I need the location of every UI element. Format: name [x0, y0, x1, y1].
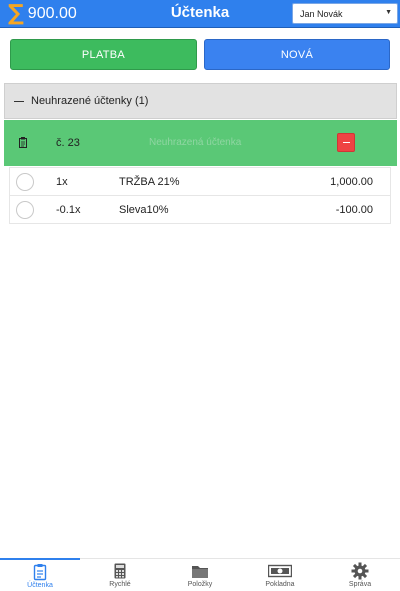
minus-icon [342, 141, 350, 144]
sigma-icon: ∑ [8, 1, 24, 26]
nav-item-quick[interactable]: Rychlé [80, 559, 160, 591]
nav-item-receipt[interactable]: Účtenka [0, 558, 80, 591]
item-qty: -0.1x [56, 204, 81, 216]
user-select-value: Jan Novák [300, 8, 343, 19]
nav-label: Pokladna [265, 581, 295, 588]
app-header: ∑ 900.00 Účtenka Jan Novák ▼ [0, 0, 400, 28]
nav-label: Účtenka [27, 582, 53, 589]
receipt-row[interactable]: č. 23 Neuhrazená účtenka [4, 120, 397, 166]
item-qty: 1x [56, 176, 68, 188]
nav-item-settings[interactable]: Správa [320, 559, 400, 591]
receipt-status: Neuhrazená účtenka [149, 137, 242, 148]
receipt-item[interactable]: -0.1x Sleva10% -100.00 [10, 195, 390, 223]
nav-item-items[interactable]: Položky [160, 559, 240, 591]
clipboard-icon [19, 137, 27, 148]
item-name: Sleva10% [119, 204, 169, 216]
unpaid-section-header[interactable]: Neuhrazené účtenky (1) [4, 83, 397, 119]
item-price: -100.00 [335, 204, 373, 216]
folder-icon [192, 566, 208, 578]
user-select[interactable]: Jan Novák ▼ [292, 3, 398, 24]
nav-label: Rychlé [109, 581, 131, 588]
bottom-nav: Účtenka Rychlé Položky Pokladna Správa [0, 558, 400, 591]
new-receipt-button[interactable]: NOVÁ [204, 39, 390, 70]
receipt-items: 1x TRŽBA 21% 1,000.00 -0.1x Sleva10% -10… [9, 167, 391, 224]
nav-label: Položky [187, 581, 213, 588]
receipt-icon [33, 564, 47, 581]
receipt-item[interactable]: 1x TRŽBA 21% 1,000.00 [10, 167, 390, 195]
total-display: ∑ 900.00 [8, 2, 77, 26]
receipt-number: č. 23 [56, 137, 80, 149]
item-radio[interactable] [16, 173, 34, 191]
item-price: 1,000.00 [330, 176, 373, 188]
pay-button[interactable]: PLATBA [10, 39, 197, 70]
nav-item-cashbox[interactable]: Pokladna [240, 559, 320, 591]
delete-receipt-button[interactable] [337, 133, 355, 152]
item-name: TRŽBA 21% [119, 176, 180, 188]
nav-label: Správa [348, 581, 372, 588]
total-amount: 900.00 [27, 5, 77, 22]
cash-icon [268, 564, 292, 578]
chevron-down-icon: ▼ [385, 9, 392, 16]
calculator-icon [114, 563, 126, 579]
item-radio[interactable] [16, 201, 34, 219]
unpaid-section-title: Neuhrazené účtenky (1) [31, 95, 149, 107]
collapse-icon [14, 100, 24, 102]
gear-icon [351, 562, 369, 580]
